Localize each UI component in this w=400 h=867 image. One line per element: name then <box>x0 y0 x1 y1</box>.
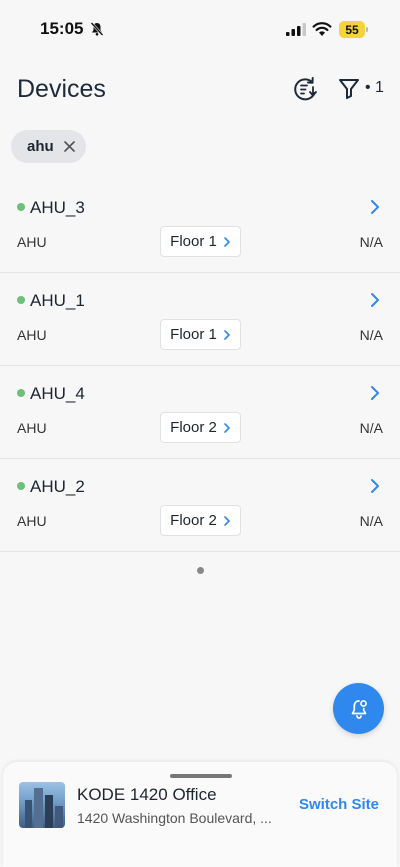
status-dot <box>17 203 25 211</box>
device-row-ahu-1[interactable]: AHU_1 AHU Floor 1 N/A <box>0 273 400 366</box>
wifi-icon <box>312 22 332 36</box>
device-type: AHU <box>17 513 47 529</box>
loading-indicator <box>197 567 204 574</box>
notifications-fab[interactable] <box>333 683 384 734</box>
filter-icon <box>339 79 359 99</box>
floor-badge[interactable]: Floor 2 <box>160 505 241 536</box>
floor-label: Floor 1 <box>170 233 217 250</box>
chevron-right-icon <box>224 515 230 526</box>
site-name: KODE 1420 Office <box>77 785 217 804</box>
close-icon[interactable] <box>63 140 76 153</box>
device-row-ahu-4[interactable]: AHU_4 AHU Floor 2 N/A <box>0 366 400 459</box>
filter-chip: ahu <box>11 130 86 163</box>
device-type: AHU <box>17 234 47 250</box>
device-name: AHU_3 <box>30 198 85 217</box>
chevron-right-icon <box>224 236 230 247</box>
floor-badge[interactable]: Floor 2 <box>160 412 241 443</box>
chevron-right-icon[interactable] <box>368 385 382 401</box>
chevron-right-icon[interactable] <box>368 478 382 494</box>
status-time: 15:05 <box>40 19 84 38</box>
device-row-ahu-3[interactable]: AHU_3 AHU Floor 1 N/A <box>0 180 400 273</box>
device-value: N/A <box>359 234 383 250</box>
device-value: N/A <box>359 513 383 529</box>
bell-off-icon <box>90 22 104 36</box>
site-thumbnail <box>19 782 65 828</box>
floor-label: Floor 2 <box>170 419 217 436</box>
device-type: AHU <box>17 327 47 343</box>
chevron-right-icon[interactable] <box>368 292 382 308</box>
battery-level: 55 <box>339 21 365 38</box>
status-dot <box>17 482 25 490</box>
page-title: Devices <box>17 75 106 103</box>
sort-button[interactable] <box>290 74 320 104</box>
status-dot <box>17 389 25 397</box>
device-list: AHU_3 AHU Floor 1 N/A AHU_1 AHU Floor 1 … <box>0 180 400 552</box>
device-name: AHU_4 <box>30 384 85 403</box>
device-name: AHU_1 <box>30 291 85 310</box>
floor-label: Floor 2 <box>170 512 217 529</box>
signal-icon <box>286 23 306 36</box>
filter-chip-label: ahu <box>27 138 54 155</box>
floor-badge[interactable]: Floor 1 <box>160 226 241 257</box>
device-value: N/A <box>359 420 383 436</box>
floor-badge[interactable]: Floor 1 <box>160 319 241 350</box>
chevron-right-icon <box>224 422 230 433</box>
battery-icon: 55 <box>339 21 369 38</box>
filter-button[interactable]: • 1 <box>337 75 387 103</box>
site-address: 1420 Washington Boulevard, ... <box>77 810 272 826</box>
device-type: AHU <box>17 420 47 436</box>
device-name: AHU_2 <box>30 477 85 496</box>
sort-refresh-icon <box>294 77 317 101</box>
notification-bell-icon <box>351 699 367 719</box>
chevron-right-icon <box>224 329 230 340</box>
device-row-ahu-2[interactable]: AHU_2 AHU Floor 2 N/A <box>0 459 400 552</box>
status-dot <box>17 296 25 304</box>
drag-handle[interactable] <box>170 774 232 778</box>
floor-label: Floor 1 <box>170 326 217 343</box>
site-sheet: KODE 1420 Office 1420 Washington Bouleva… <box>3 762 397 867</box>
device-value: N/A <box>359 327 383 343</box>
chevron-right-icon[interactable] <box>368 199 382 215</box>
filter-count: • 1 <box>365 79 384 96</box>
switch-site-button[interactable]: Switch Site <box>299 796 379 813</box>
status-bar: 15:05 55 <box>0 0 400 60</box>
